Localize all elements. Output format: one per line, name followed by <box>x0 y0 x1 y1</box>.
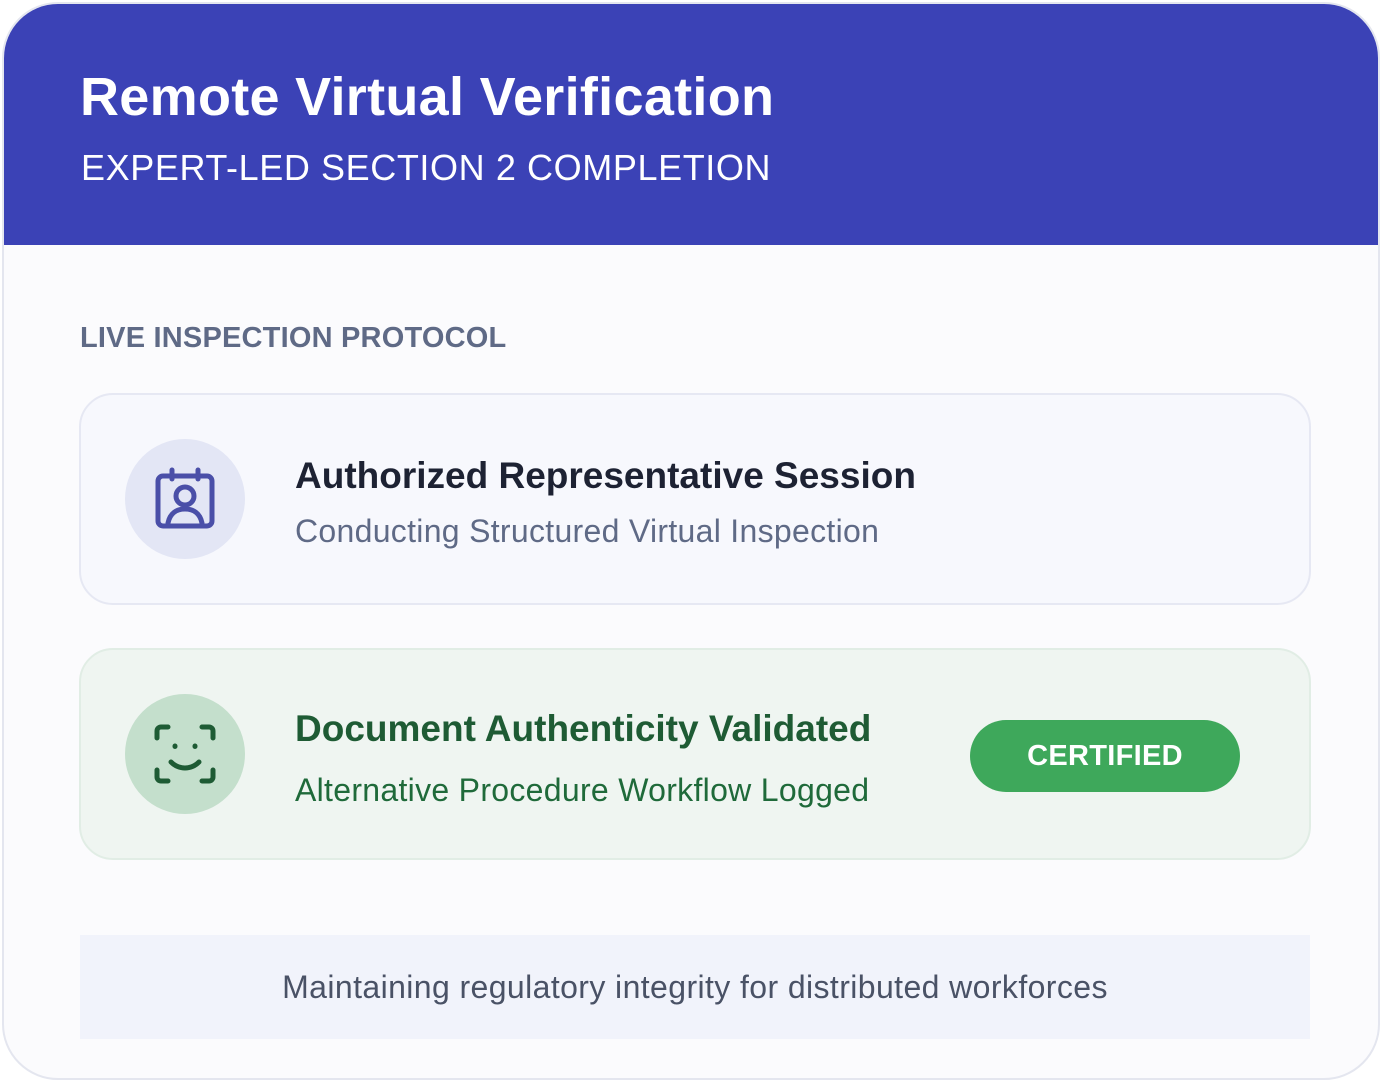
document-subtitle: Alternative Procedure Workflow Logged <box>295 772 870 808</box>
session-icon-container <box>125 439 245 559</box>
session-subtitle: Conducting Structured Virtual Inspection <box>295 513 880 549</box>
card-header: Remote Virtual Verification EXPERT-LED S… <box>4 4 1378 245</box>
id-badge-icon <box>155 467 215 529</box>
page-subtitle: EXPERT-LED SECTION 2 COMPLETION <box>81 147 772 188</box>
certified-badge: CERTIFIED <box>970 720 1240 792</box>
face-scan-icon <box>154 724 216 784</box>
document-item[interactable]: Document Authenticity Validated Alternat… <box>79 648 1311 860</box>
section-label: LIVE INSPECTION PROTOCOL <box>80 322 507 354</box>
document-title: Document Authenticity Validated <box>295 708 872 749</box>
page-title: Remote Virtual Verification <box>80 67 775 127</box>
footer-text: Maintaining regulatory integrity for dis… <box>282 968 1108 1005</box>
session-item[interactable]: Authorized Representative Session Conduc… <box>79 393 1311 605</box>
footer-banner: Maintaining regulatory integrity for dis… <box>80 935 1310 1039</box>
document-icon-container <box>125 694 245 814</box>
verification-card: Remote Virtual Verification EXPERT-LED S… <box>2 2 1380 1080</box>
session-title: Authorized Representative Session <box>295 455 916 496</box>
